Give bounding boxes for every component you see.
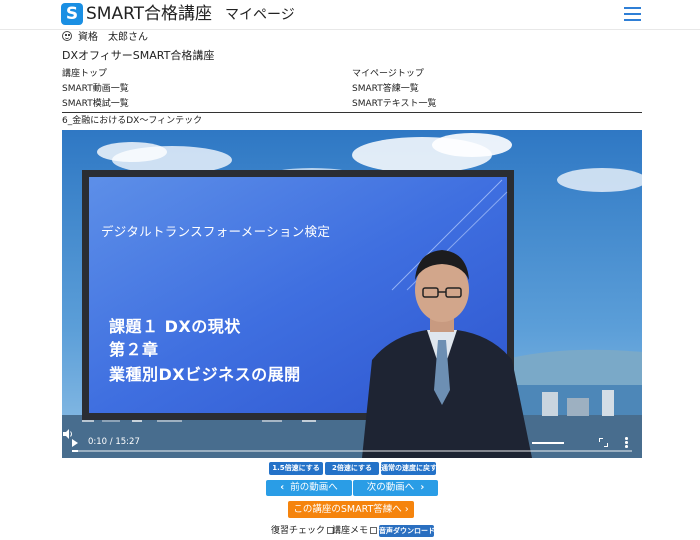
nav-course-top[interactable]: 講座トップ	[62, 68, 107, 80]
prev-video-button[interactable]: ‹ 前の動画へ	[266, 480, 352, 496]
review-check[interactable]: 復習チェック	[271, 525, 335, 537]
speed-normal-button[interactable]: 通常の速度に戻す	[381, 462, 437, 475]
review-check-label: 復習チェック	[271, 526, 326, 536]
volume-icon[interactable]	[62, 428, 74, 440]
chevron-right-icon: ›	[420, 482, 425, 493]
memo-check[interactable]: 講座メモ	[332, 525, 378, 537]
volume-slider[interactable]	[532, 442, 564, 444]
video-controls: 0:10 / 15:27	[62, 428, 642, 458]
play-icon[interactable]	[72, 439, 78, 447]
video-player[interactable]: デジタルトランスフォーメーション検定 課題１ DXの現状 第２章 業種別DXビジ…	[62, 130, 642, 458]
mypage-label: マイページ	[225, 7, 295, 23]
next-video-label: 次の動画へ	[366, 482, 415, 493]
chevron-right-icon: ›	[404, 504, 409, 515]
memo-checkbox[interactable]	[370, 527, 378, 534]
slide-line-1: 課題１ DXの現状	[109, 317, 241, 336]
speed-1-5x-button[interactable]: 1.5倍速にする	[269, 462, 323, 475]
video-frame	[62, 130, 642, 458]
speed-2x-button[interactable]: 2倍速にする	[325, 462, 379, 475]
audio-download-button[interactable]: 音声ダウンロード	[379, 525, 435, 537]
user-name: 資格 太郎さん	[78, 32, 148, 43]
prev-video-label: 前の動画へ	[290, 482, 338, 493]
nav-mypage-top[interactable]: マイページトップ	[352, 68, 424, 80]
slide-line-2: 第２章	[109, 340, 159, 359]
more-options-icon[interactable]	[625, 437, 628, 449]
smiley-icon	[62, 31, 72, 41]
hamburger-menu-icon[interactable]	[624, 7, 641, 21]
course-title: DXオフィサーSMART合格講座	[62, 49, 215, 62]
divider	[62, 112, 642, 113]
video-progress-bar[interactable]	[72, 450, 632, 452]
smart-answer-label: この講座のSMART答練へ	[293, 504, 402, 515]
next-video-button[interactable]: 次の動画へ ›	[353, 480, 438, 496]
fullscreen-icon[interactable]	[599, 438, 608, 447]
user-greeting: 資格 太郎さん	[62, 31, 148, 45]
lesson-title: 6_金融におけるDX〜フィンテック	[62, 116, 203, 126]
nav-smart-videos[interactable]: SMART動画一覧	[62, 83, 129, 95]
video-progress-fill	[72, 450, 79, 452]
slide-line-3: 業種別DXビジネスの展開	[109, 365, 301, 384]
memo-check-label: 講座メモ	[332, 526, 369, 536]
slide-subtitle: デジタルトランスフォーメーション検定	[101, 224, 331, 239]
brand-title[interactable]: SMART合格講座	[86, 3, 212, 25]
logo-icon[interactable]: S	[61, 3, 83, 25]
smart-answer-button[interactable]: この講座のSMART答練へ ›	[288, 501, 414, 518]
nav-smart-mock-exams[interactable]: SMART模試一覧	[62, 98, 129, 110]
time-display: 0:10 / 15:27	[88, 437, 140, 447]
nav-smart-answers[interactable]: SMART答練一覧	[352, 83, 419, 95]
chevron-left-icon: ‹	[280, 482, 285, 493]
header-bar: S SMART合格講座 マイページ	[0, 0, 700, 30]
nav-smart-texts[interactable]: SMARTテキスト一覧	[352, 98, 436, 110]
